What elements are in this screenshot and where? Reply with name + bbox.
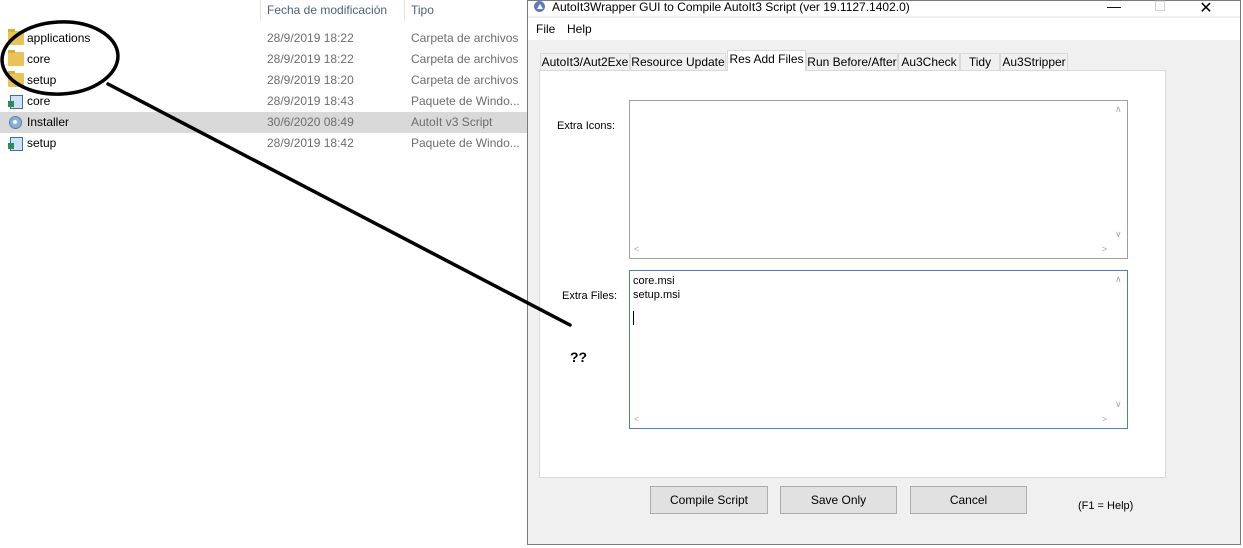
- file-row-core-folder[interactable]: core 28/9/2019 18:22 Carpeta de archivos: [0, 49, 528, 70]
- file-name: Installer: [27, 115, 70, 129]
- file-name: setup: [27, 136, 57, 150]
- tab-autoit3-aut2exe[interactable]: AutoIt3/Aut2Exe: [540, 53, 630, 70]
- scroll-down-icon[interactable]: ∨: [1115, 399, 1122, 410]
- file-type: Carpeta de archivos: [411, 73, 519, 87]
- column-separator[interactable]: [404, 0, 405, 22]
- extra-files-label: Extra Files:: [562, 290, 618, 302]
- file-row-setup-msi[interactable]: setup 28/9/2019 18:42 Paquete de Windo..…: [0, 133, 528, 154]
- folder-icon: [8, 29, 24, 45]
- scroll-down-icon[interactable]: ∨: [1115, 229, 1122, 240]
- tab-resource-update[interactable]: Resource Update: [630, 53, 726, 70]
- file-date: 30/6/2020 08:49: [267, 115, 354, 129]
- tab-au3stripper[interactable]: Au3Stripper: [1000, 53, 1068, 70]
- tab-tidy[interactable]: Tidy: [960, 53, 1000, 70]
- file-name: setup: [27, 73, 57, 87]
- scroll-up-icon[interactable]: ∧: [1115, 274, 1122, 285]
- menu-help[interactable]: Help: [567, 22, 592, 36]
- file-date: 28/9/2019 18:22: [267, 31, 354, 45]
- title-bar[interactable]: AutoIt3Wrapper GUI to Compile AutoIt3 Sc…: [528, 0, 1240, 17]
- save-only-button[interactable]: Save Only: [780, 486, 897, 514]
- scroll-right-icon[interactable]: >: [1102, 244, 1107, 254]
- file-name: core: [27, 52, 51, 66]
- file-type: Carpeta de archivos: [411, 52, 519, 66]
- folder-icon: [8, 71, 24, 87]
- close-button[interactable]: ✕: [1186, 0, 1226, 17]
- menu-bar: File Help: [528, 18, 1240, 40]
- vertical-scrollbar[interactable]: ∧ ∨: [1111, 101, 1127, 242]
- extra-icons-textbox[interactable]: ∧ ∨ < >: [629, 100, 1128, 259]
- file-date: 28/9/2019 18:43: [267, 94, 354, 108]
- file-type: Paquete de Windo...: [411, 136, 520, 150]
- msi-package-icon: [8, 94, 24, 109]
- file-date: 28/9/2019 18:42: [267, 136, 354, 150]
- column-separator[interactable]: [260, 0, 261, 22]
- horizontal-scrollbar[interactable]: < >: [630, 242, 1111, 258]
- file-name: core: [27, 94, 51, 108]
- annotation-question-marks: ??: [570, 349, 588, 365]
- scroll-up-icon[interactable]: ∧: [1115, 104, 1122, 115]
- tab-au3check[interactable]: Au3Check: [898, 53, 960, 70]
- file-type: Paquete de Windo...: [411, 94, 520, 108]
- extra-files-textbox[interactable]: core.msi setup.msi ∧ ∨ < >: [629, 270, 1128, 429]
- file-explorer: Fecha de modificación Tipo applications …: [0, 0, 528, 548]
- file-row-installer[interactable]: Installer 30/6/2020 08:49 AutoIt v3 Scri…: [0, 112, 528, 133]
- autoit-wrapper-dialog: AutoIt3Wrapper GUI to Compile AutoIt3 Sc…: [527, 0, 1241, 545]
- column-header-date[interactable]: Fecha de modificación: [267, 3, 387, 21]
- file-name: applications: [27, 31, 91, 45]
- scroll-right-icon[interactable]: >: [1102, 414, 1107, 424]
- scroll-left-icon[interactable]: <: [634, 244, 639, 254]
- text-caret: [633, 311, 634, 325]
- file-row-setup-folder[interactable]: setup 28/9/2019 18:20 Carpeta de archivo…: [0, 70, 528, 91]
- menu-file[interactable]: File: [536, 22, 555, 36]
- maximize-button[interactable]: ☐: [1140, 0, 1180, 16]
- cancel-button[interactable]: Cancel: [910, 486, 1027, 514]
- column-header-type[interactable]: Tipo: [411, 3, 434, 21]
- msi-package-icon: [8, 136, 24, 151]
- minimize-button[interactable]: —: [1094, 0, 1134, 16]
- extra-files-text: core.msi setup.msi: [633, 275, 681, 301]
- window-title: AutoIt3Wrapper GUI to Compile AutoIt3 Sc…: [552, 0, 910, 14]
- autoit-app-icon: [534, 1, 545, 12]
- vertical-scrollbar[interactable]: ∧ ∨: [1111, 271, 1127, 412]
- autoit-script-icon: [8, 115, 24, 129]
- file-row-core-msi[interactable]: core 28/9/2019 18:43 Paquete de Windo...: [0, 91, 528, 112]
- compile-script-button[interactable]: Compile Script: [650, 486, 768, 514]
- horizontal-scrollbar[interactable]: < >: [630, 412, 1111, 428]
- file-date: 28/9/2019 18:22: [267, 52, 354, 66]
- file-type: AutoIt v3 Script: [411, 115, 493, 129]
- folder-icon: [8, 50, 24, 66]
- file-date: 28/9/2019 18:20: [267, 73, 354, 87]
- f1-help-hint: (F1 = Help): [1078, 500, 1134, 512]
- scroll-left-icon[interactable]: <: [634, 414, 639, 424]
- tab-run-before-after[interactable]: Run Before/After: [806, 53, 898, 70]
- file-type: Carpeta de archivos: [411, 31, 519, 45]
- tab-res-add-files[interactable]: Res Add Files: [727, 50, 806, 71]
- file-row-applications[interactable]: applications 28/9/2019 18:22 Carpeta de …: [0, 28, 528, 49]
- extra-icons-label: Extra Icons:: [557, 120, 616, 132]
